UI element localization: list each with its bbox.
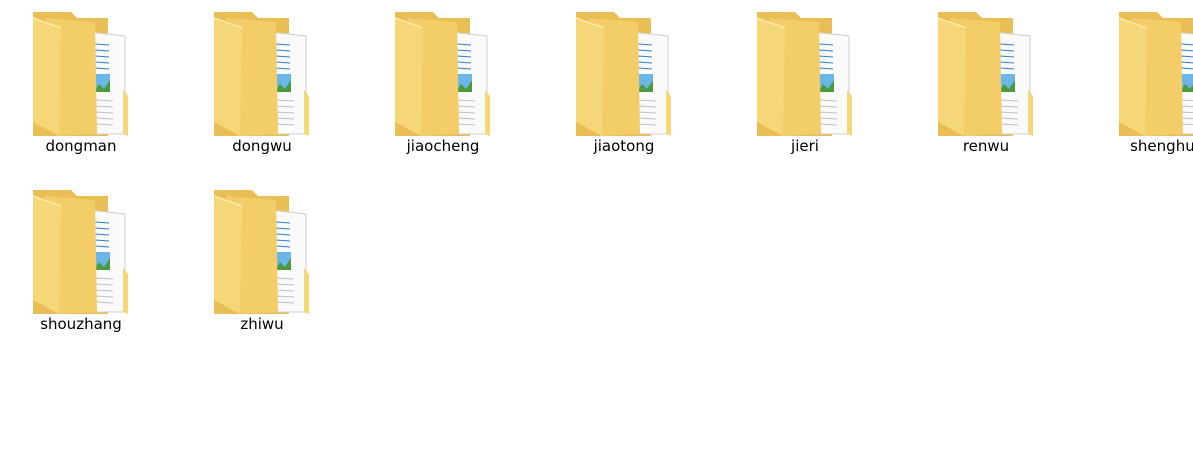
- folder-icon: [574, 10, 672, 140]
- folder-icon: [212, 188, 310, 318]
- folder-name-label: shenghuo: [1130, 137, 1193, 155]
- folder-name-label: dongwu: [232, 137, 292, 155]
- file-explorer-content-view: dongman dongwu jiaocheng jiaotong jieri …: [0, 0, 1193, 453]
- folder-name-label: jiaotong: [593, 137, 655, 155]
- folder-icon: [393, 10, 491, 140]
- folder-icon: [755, 10, 853, 140]
- folder-name-label: jieri: [791, 137, 819, 155]
- folder-item-dongwu[interactable]: dongwu: [182, 0, 342, 168]
- folder-item-jiaocheng[interactable]: jiaocheng: [363, 0, 523, 168]
- folder-name-label: jiaocheng: [406, 137, 480, 155]
- folder-icon: [31, 188, 129, 318]
- folder-name-label: dongman: [45, 137, 117, 155]
- folder-item-renwu[interactable]: renwu: [906, 0, 1066, 168]
- folder-item-shouzhang[interactable]: shouzhang: [1, 178, 161, 346]
- folder-item-zhiwu[interactable]: zhiwu: [182, 178, 342, 346]
- folder-item-jieri[interactable]: jieri: [725, 0, 885, 168]
- folder-name-label: renwu: [962, 137, 1010, 155]
- folder-icon: [1117, 10, 1193, 140]
- folder-item-dongman[interactable]: dongman: [1, 0, 161, 168]
- folder-item-jiaotong[interactable]: jiaotong: [544, 0, 704, 168]
- folder-name-label: zhiwu: [240, 315, 284, 333]
- folder-name-label: shouzhang: [40, 315, 122, 333]
- folder-icon: [212, 10, 310, 140]
- folder-item-shenghuo[interactable]: shenghuo: [1087, 0, 1193, 168]
- folder-icon: [936, 10, 1034, 140]
- folder-icon: [31, 10, 129, 140]
